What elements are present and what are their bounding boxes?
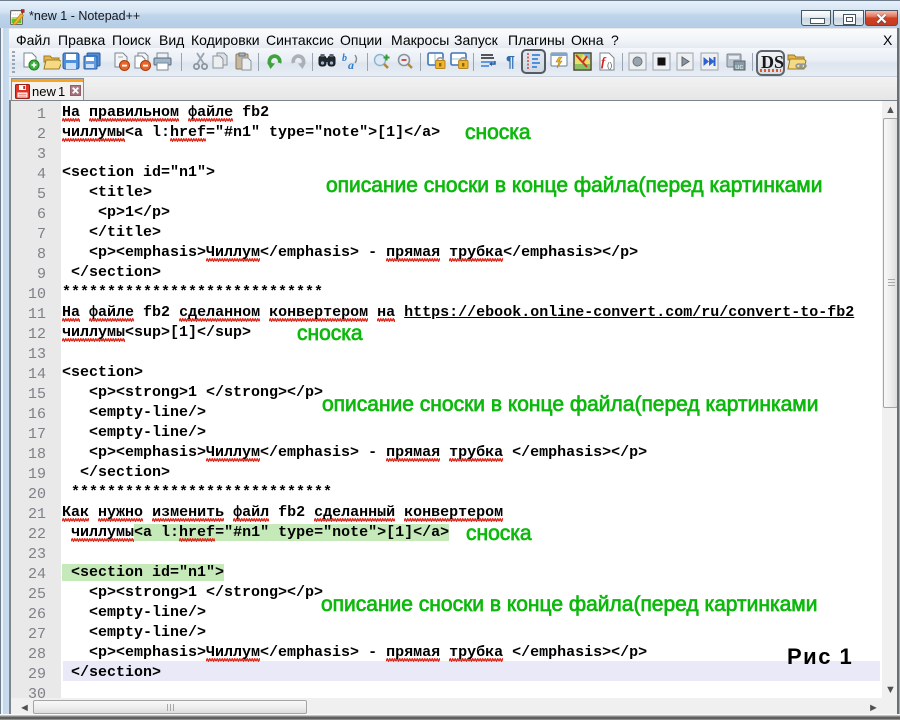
svg-text:b: b — [342, 53, 347, 64]
svg-text:¶: ¶ — [506, 54, 515, 71]
svg-text:uc: uc — [735, 64, 743, 71]
svg-text:a: a — [348, 58, 354, 71]
svg-text:(): () — [607, 61, 613, 70]
